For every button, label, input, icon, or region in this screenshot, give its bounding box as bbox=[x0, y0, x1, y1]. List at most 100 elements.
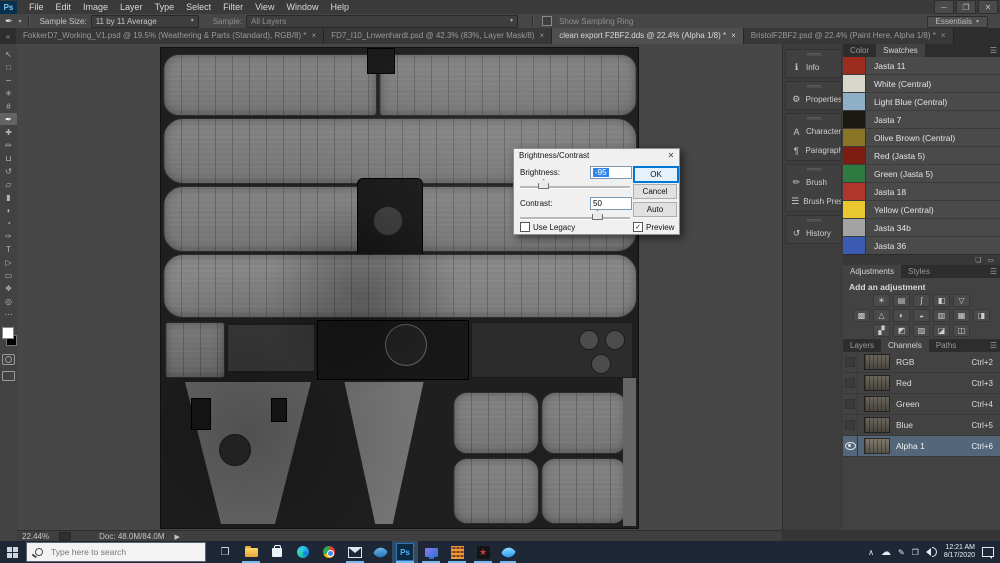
minimize-button[interactable]: ─ bbox=[934, 0, 954, 14]
swatch-jasta-34b[interactable]: Jasta 34b bbox=[843, 219, 1000, 237]
swatch-jasta-18[interactable]: Jasta 18 bbox=[843, 183, 1000, 201]
panel-character[interactable]: A Character bbox=[786, 122, 841, 141]
tab-clean-export-f2bf2[interactable]: clean export F2BF2.dds @ 22.4% (Alpha 1/… bbox=[552, 28, 744, 44]
tray-chevron-up-icon[interactable]: ∧ bbox=[868, 548, 874, 557]
menu-help[interactable]: Help bbox=[324, 2, 355, 12]
menu-window[interactable]: Window bbox=[280, 2, 324, 12]
close-button[interactable]: ✕ bbox=[978, 0, 998, 14]
brightness-field[interactable]: -95 bbox=[590, 166, 632, 179]
close-icon[interactable]: × bbox=[540, 28, 545, 44]
document-image[interactable] bbox=[160, 47, 639, 529]
close-icon[interactable]: × bbox=[312, 28, 317, 44]
gradient-map-icon[interactable]: ▨ bbox=[913, 324, 930, 337]
tab-paths[interactable]: Paths bbox=[929, 339, 963, 352]
start-button[interactable] bbox=[0, 541, 24, 563]
tab-layers[interactable]: Layers bbox=[843, 339, 881, 352]
contrast-slider[interactable] bbox=[520, 210, 630, 220]
dialog-close-icon[interactable]: ✕ bbox=[663, 149, 679, 162]
auto-button[interactable]: Auto bbox=[633, 202, 677, 217]
visibility-toggle[interactable] bbox=[843, 373, 858, 393]
tab-fd7-lnwenhardt[interactable]: FD7_I10_Lnwenhardt.psd @ 42.3% (83%, Lay… bbox=[324, 28, 553, 44]
close-icon[interactable]: × bbox=[941, 28, 946, 44]
brush-tool[interactable]: ✏ bbox=[0, 139, 17, 151]
screen-mode-button[interactable] bbox=[2, 371, 15, 381]
eraser-tool[interactable]: ▱ bbox=[0, 178, 17, 190]
swatch-white-central[interactable]: White (Central) bbox=[843, 75, 1000, 93]
canvas-area[interactable] bbox=[17, 44, 782, 530]
tool-preset-chevron-icon[interactable]: ▾ bbox=[19, 18, 22, 25]
close-icon[interactable]: × bbox=[731, 28, 736, 44]
healing-brush-tool[interactable]: ✚ bbox=[0, 126, 17, 138]
menu-file[interactable]: File bbox=[23, 2, 50, 12]
channel-mixer-icon[interactable]: ▥ bbox=[933, 309, 950, 322]
edge-button[interactable] bbox=[290, 541, 316, 563]
channel-blue[interactable]: Blue Ctrl+5 bbox=[843, 415, 1000, 436]
swatch-jasta-11[interactable]: Jasta 11 bbox=[843, 57, 1000, 75]
swatch-red-jasta-5[interactable]: Red (Jasta 5) bbox=[843, 147, 1000, 165]
remote-desktop-button[interactable] bbox=[418, 541, 444, 563]
invert-icon[interactable]: ◨ bbox=[973, 309, 990, 322]
status-arrow-icon[interactable]: ▶ bbox=[175, 533, 180, 541]
color-balance-icon[interactable]: △ bbox=[873, 309, 890, 322]
history-brush-tool[interactable]: ↺ bbox=[0, 165, 17, 177]
channel-green[interactable]: Green Ctrl+4 bbox=[843, 394, 1000, 415]
panel-properties[interactable]: ⚙ Properties bbox=[786, 90, 841, 109]
sample-size-dropdown[interactable]: 11 by 11 Average ▾ bbox=[90, 14, 199, 28]
use-legacy-checkbox[interactable]: Use Legacy bbox=[520, 222, 575, 232]
channel-red[interactable]: Red Ctrl+3 bbox=[843, 373, 1000, 394]
volume-icon[interactable] bbox=[925, 547, 937, 557]
action-center-icon[interactable] bbox=[982, 547, 994, 559]
workspace-switcher-button[interactable]: Essentials ▾ bbox=[926, 16, 988, 28]
swatch-green-jasta-5[interactable]: Green (Jasta 5) bbox=[843, 165, 1000, 183]
eyedropper-tool[interactable]: ✒ bbox=[0, 113, 17, 125]
blur-tool[interactable]: ◗ bbox=[0, 204, 17, 216]
store-button[interactable] bbox=[264, 541, 290, 563]
contrast-slider-thumb[interactable] bbox=[592, 210, 603, 220]
panel-info[interactable]: ℹ Info bbox=[786, 58, 841, 77]
pen-icon[interactable]: ✎ bbox=[898, 548, 905, 557]
brightness-contrast-icon[interactable]: ☀ bbox=[873, 294, 890, 307]
file-explorer-button[interactable] bbox=[238, 541, 264, 563]
tab-channels[interactable]: Channels bbox=[881, 339, 929, 352]
network-monitors-icon[interactable]: ❐ bbox=[912, 548, 919, 557]
foreground-background-colors[interactable] bbox=[0, 326, 17, 348]
channel-rgb[interactable]: RGB Ctrl+2 bbox=[843, 352, 1000, 373]
task-view-button[interactable]: ❐ bbox=[212, 541, 238, 563]
panel-menu-icon[interactable]: ☰ bbox=[990, 46, 997, 55]
hand-tool[interactable]: ❖ bbox=[0, 282, 17, 294]
delete-swatch-icon[interactable]: ▭ bbox=[987, 256, 994, 264]
tab-overflow-icon[interactable]: « bbox=[0, 28, 16, 44]
game-grid-button[interactable] bbox=[444, 541, 470, 563]
edit-toolbar-button[interactable]: ⋯ bbox=[0, 308, 17, 320]
swatch-light-blue-central[interactable]: Light Blue (Central) bbox=[843, 93, 1000, 111]
panel-brush[interactable]: ✏ Brush bbox=[786, 173, 841, 192]
menu-type[interactable]: Type bbox=[149, 2, 181, 12]
visibility-toggle[interactable] bbox=[843, 394, 858, 414]
photo-filter-icon[interactable]: ◒ bbox=[913, 309, 930, 322]
zoom-level[interactable]: 22.44% bbox=[22, 532, 49, 541]
path-selection-tool[interactable]: ▷ bbox=[0, 256, 17, 268]
tab-styles[interactable]: Styles bbox=[901, 265, 937, 278]
panel-paragraph[interactable]: ¶ Paragraph bbox=[786, 141, 841, 160]
channel-alpha-1[interactable]: Alpha 1 Ctrl+6 bbox=[843, 436, 1000, 457]
onedrive-cloud-icon[interactable]: ☁ bbox=[881, 547, 891, 558]
tab-adjustments[interactable]: Adjustments bbox=[843, 265, 902, 278]
menu-edit[interactable]: Edit bbox=[50, 2, 78, 12]
shape-tool[interactable]: ▭ bbox=[0, 269, 17, 281]
menu-layer[interactable]: Layer bbox=[114, 2, 149, 12]
shadows-highlights-icon[interactable]: ◫ bbox=[953, 324, 970, 337]
tab-swatches[interactable]: Swatches bbox=[876, 44, 925, 57]
brightness-slider-thumb[interactable] bbox=[538, 179, 549, 189]
swatch-olive-brown-central[interactable]: Olive Brown (Central) bbox=[843, 129, 1000, 147]
sample-dropdown[interactable]: All Layers ▾ bbox=[246, 14, 519, 28]
menu-image[interactable]: Image bbox=[77, 2, 114, 12]
cancel-button[interactable]: Cancel bbox=[633, 184, 677, 199]
marquee-tool[interactable]: □ bbox=[0, 61, 17, 73]
app-swoosh-button[interactable] bbox=[368, 541, 392, 563]
visibility-toggle[interactable] bbox=[843, 436, 858, 456]
tab-color[interactable]: Color bbox=[843, 44, 876, 57]
search-input[interactable] bbox=[49, 546, 183, 558]
zoom-tool[interactable]: ◎ bbox=[0, 295, 17, 307]
exposure-icon[interactable]: ◧ bbox=[933, 294, 950, 307]
taskbar-clock[interactable]: 12:21 AM 8/17/2020 bbox=[944, 544, 975, 560]
